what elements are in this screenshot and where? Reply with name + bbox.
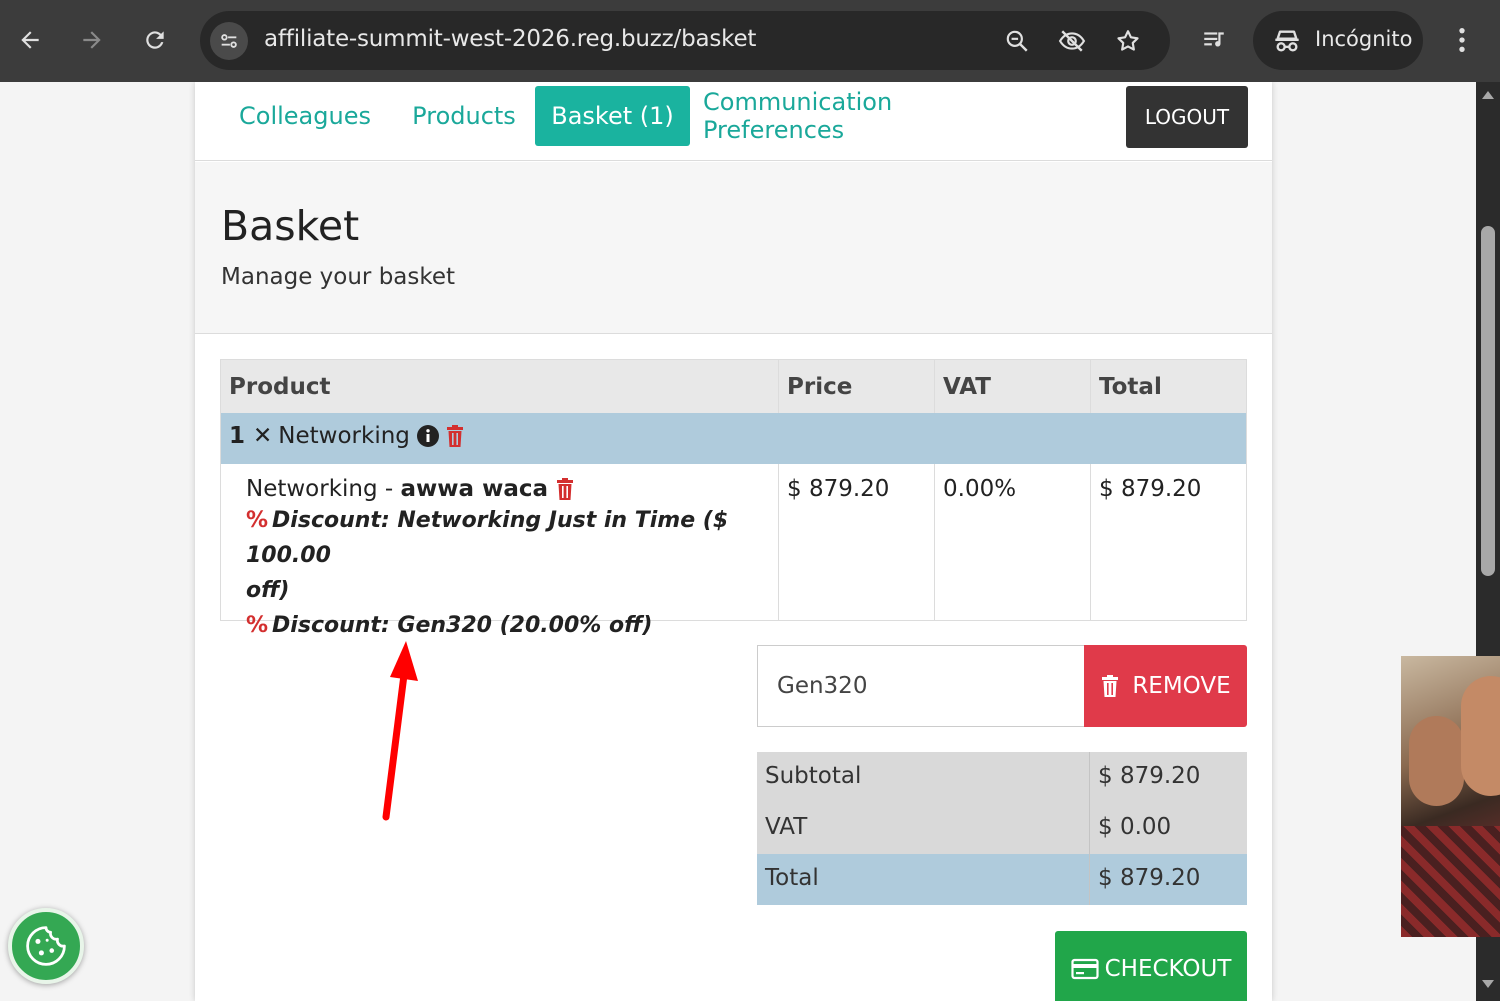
page-title: Basket: [221, 202, 360, 250]
nav-tabs: Colleagues Products Basket (1) Communica…: [195, 82, 1272, 161]
tab-colleagues[interactable]: Colleagues: [233, 86, 377, 146]
column-header-product: Product: [229, 373, 331, 400]
column-header-price: Price: [787, 373, 853, 400]
trash-icon: [1102, 675, 1119, 697]
product-name: Networking -: [246, 476, 401, 502]
tracking-protection-button[interactable]: [1057, 26, 1087, 56]
scroll-up-arrow-icon[interactable]: [1481, 90, 1495, 100]
column-header-total: Total: [1099, 373, 1162, 400]
group-quantity: 1: [229, 423, 246, 449]
cookie-icon: [26, 926, 66, 966]
main-card: Colleagues Products Basket (1) Communica…: [195, 82, 1272, 1001]
total-value: $ 879.20: [1098, 865, 1201, 891]
url-text[interactable]: affiliate-summit-west-2026.reg.buzz/bask…: [264, 26, 756, 52]
video-thumbnail[interactable]: [1401, 656, 1500, 937]
percent-icon: %: [246, 613, 269, 638]
totals-table: Subtotal $ 879.20 VAT $ 0.00 Total $ 879…: [757, 752, 1247, 905]
coupon-code-field[interactable]: Gen320: [757, 645, 1085, 727]
info-icon[interactable]: [416, 424, 440, 448]
remove-label: REMOVE: [1132, 673, 1231, 699]
vat-cell: 0.00%: [943, 476, 1017, 502]
attendee-name: awwa waca: [400, 476, 548, 502]
person-image: [1409, 716, 1464, 806]
site-info-button[interactable]: [210, 22, 248, 60]
scrollbar-thumb[interactable]: [1481, 226, 1495, 576]
subtotal-value: $ 879.20: [1098, 763, 1201, 789]
remove-coupon-button[interactable]: REMOVE: [1084, 645, 1247, 727]
zoom-out-icon: [1006, 30, 1028, 52]
reload-icon: [146, 31, 164, 49]
arrow-left-icon: [21, 31, 39, 49]
discount-item: % Discount: Gen320 (20.00% off): [246, 608, 770, 643]
credit-card-icon: [1071, 958, 1099, 979]
percent-icon: %: [246, 508, 269, 533]
column-divider: [1089, 854, 1090, 905]
price-cell: $ 879.20: [787, 476, 890, 502]
subtotal-label: Subtotal: [765, 763, 862, 789]
page-header: Basket Manage your basket: [195, 162, 1272, 334]
browser-menu-button[interactable]: [1444, 22, 1480, 58]
forward-button[interactable]: [74, 22, 110, 58]
more-vertical-icon: [1459, 27, 1465, 53]
discount-item: % Discount: Networking Just in Time ($ 10…: [246, 503, 770, 608]
tune-icon: [221, 34, 237, 48]
discount-text: Discount: Gen320 (20.00% off): [272, 613, 653, 638]
discount-text: Discount: Networking Just in Time ($ 100…: [246, 508, 729, 568]
coupon-form: Gen320 REMOVE: [757, 645, 1247, 727]
browser-toolbar: affiliate-summit-west-2026.reg.buzz/bask…: [0, 0, 1500, 82]
discount-text-continued: off): [246, 578, 290, 603]
vat-value: $ 0.00: [1098, 814, 1172, 840]
zoom-button[interactable]: [1002, 26, 1032, 56]
total-label: Total: [765, 865, 819, 891]
incognito-icon: [1275, 30, 1299, 52]
page-viewport: Colleagues Products Basket (1) Communica…: [0, 82, 1476, 1001]
tab-communication-preferences[interactable]: Communication Preferences: [703, 86, 1038, 146]
total-row: Total $ 879.20: [757, 854, 1247, 905]
column-divider: [1089, 803, 1090, 854]
tab-products[interactable]: Products: [403, 86, 525, 146]
logout-button[interactable]: LOGOUT: [1126, 86, 1248, 148]
table-row: Networking - awwa waca % Discount: Networ…: [221, 464, 1246, 638]
times-icon: ✕: [253, 423, 273, 449]
star-icon: [1117, 30, 1139, 51]
eye-off-icon: [1058, 30, 1086, 52]
vat-row: VAT $ 0.00: [757, 803, 1247, 854]
reload-button[interactable]: [137, 22, 173, 58]
column-header-vat: VAT: [943, 373, 991, 400]
delete-group-trash-icon[interactable]: [444, 424, 466, 448]
product-group-label: 1 ✕ Networking: [229, 423, 466, 449]
subtotal-row: Subtotal $ 879.20: [757, 752, 1247, 803]
product-line: Networking - awwa waca: [246, 476, 770, 502]
group-product-name: Networking: [278, 423, 410, 449]
page-subtitle: Manage your basket: [221, 264, 456, 290]
column-divider: [1089, 752, 1090, 803]
address-bar[interactable]: affiliate-summit-west-2026.reg.buzz/bask…: [200, 11, 1170, 70]
incognito-indicator[interactable]: Incógnito: [1253, 11, 1423, 70]
delete-item-trash-icon[interactable]: [554, 477, 576, 501]
checkout-button[interactable]: CHECKOUT: [1055, 931, 1247, 1001]
table-header: Product Price VAT Total: [221, 360, 1246, 413]
vat-label: VAT: [765, 814, 808, 840]
bookmark-button[interactable]: [1113, 26, 1143, 56]
back-button[interactable]: [12, 22, 48, 58]
cookie-settings-button[interactable]: [8, 908, 84, 984]
product-group-row: 1 ✕ Networking: [221, 413, 1246, 464]
annotation-arrow: [382, 641, 418, 821]
scroll-down-arrow-icon[interactable]: [1481, 979, 1495, 989]
arrow-right-icon: [83, 31, 101, 49]
checkout-label: CHECKOUT: [1104, 955, 1232, 982]
person-image: [1461, 676, 1500, 796]
plaid-shirt-image: [1401, 826, 1500, 937]
media-controls-button[interactable]: [1196, 22, 1232, 58]
incognito-label: Incógnito: [1315, 27, 1413, 51]
total-cell: $ 879.20: [1099, 476, 1202, 502]
queue-music-icon: [1204, 32, 1224, 47]
basket-table: Product Price VAT Total 1 ✕ Networking N…: [220, 359, 1247, 638]
tab-basket[interactable]: Basket (1): [535, 86, 690, 146]
product-cell: Networking - awwa waca % Discount: Networ…: [221, 464, 778, 638]
